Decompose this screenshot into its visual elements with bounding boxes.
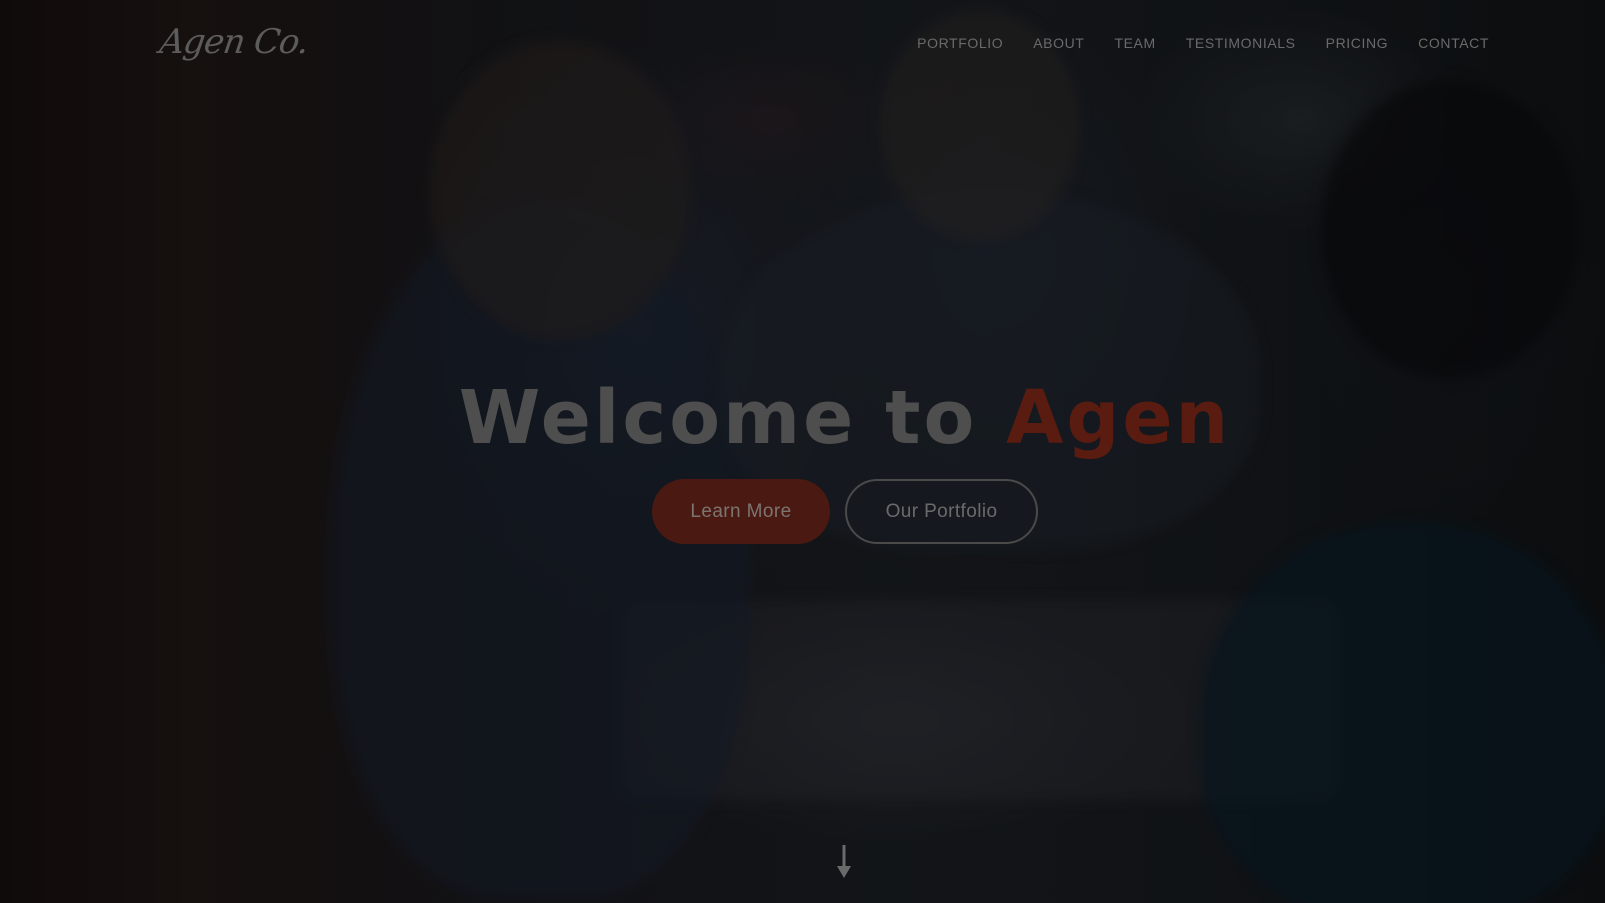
hero-section: Agen Co. PORTFOLIO ABOUT TEAM TESTIMONIA… (0, 0, 1605, 903)
arrow-down-icon[interactable] (836, 845, 852, 879)
site-logo[interactable]: Agen Co. (157, 22, 310, 62)
nav-item-pricing[interactable]: PRICING (1326, 35, 1389, 51)
nav-item-about[interactable]: ABOUT (1033, 35, 1084, 51)
hero-title: Welcome to Agen (0, 375, 1605, 461)
hero-title-accent: Agen (1006, 374, 1232, 461)
learn-more-button[interactable]: Learn More (652, 479, 830, 544)
nav-item-contact[interactable]: CONTACT (1418, 35, 1489, 51)
hero-title-prefix: Welcome to (458, 374, 978, 461)
nav-item-testimonials[interactable]: TESTIMONIALS (1186, 35, 1296, 51)
main-navigation: PORTFOLIO ABOUT TEAM TESTIMONIALS PRICIN… (917, 35, 1489, 51)
nav-item-team[interactable]: TEAM (1114, 35, 1155, 51)
our-portfolio-button[interactable]: Our Portfolio (845, 479, 1038, 544)
nav-item-portfolio[interactable]: PORTFOLIO (917, 35, 1003, 51)
